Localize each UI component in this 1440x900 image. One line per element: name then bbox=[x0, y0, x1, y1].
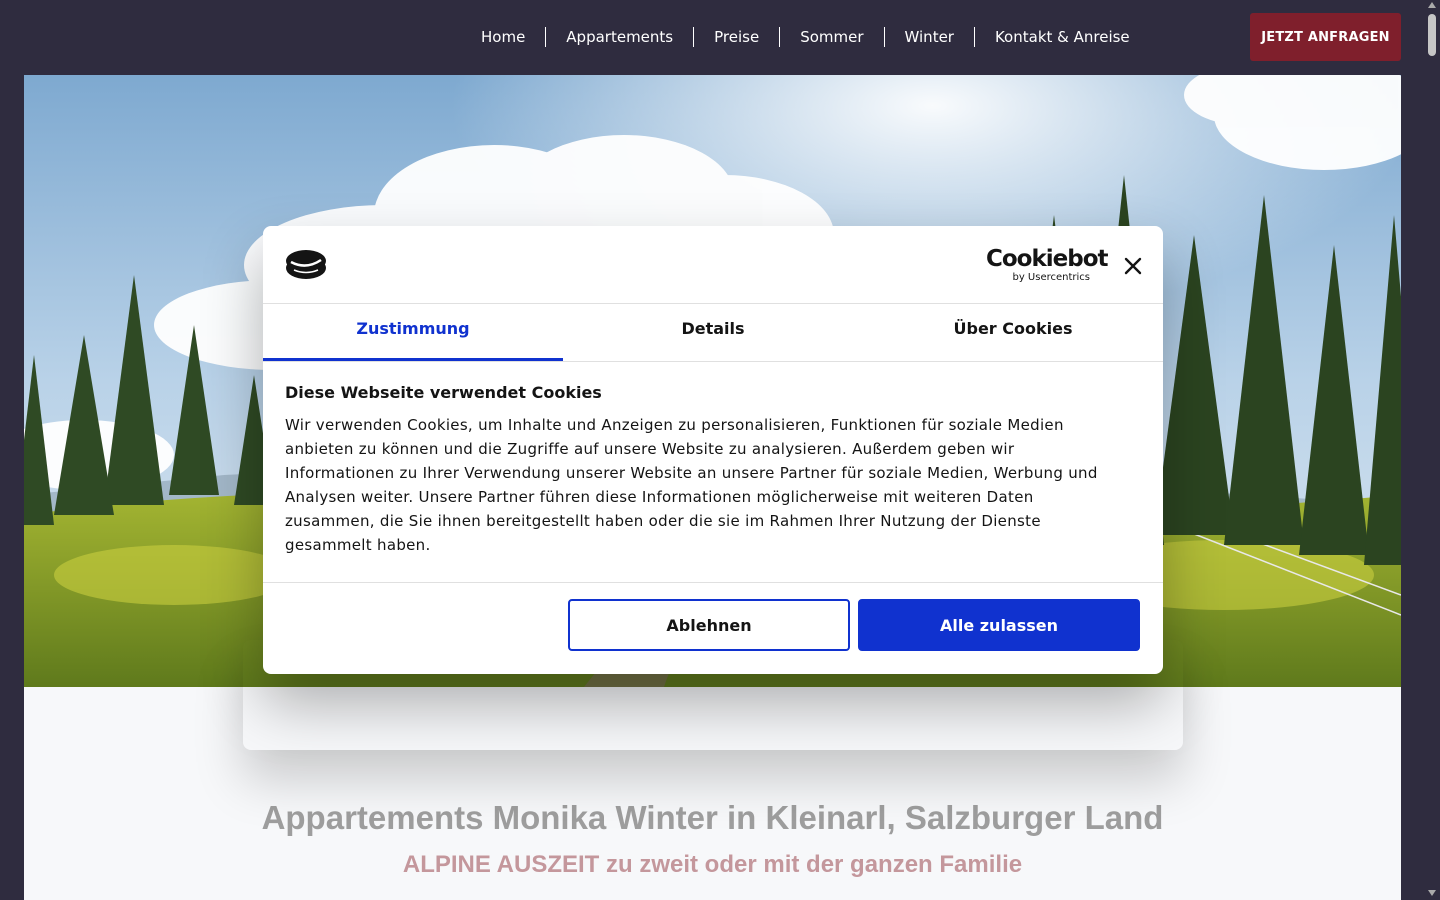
dialog-text: Wir verwenden Cookies, um Inhalte und An… bbox=[285, 416, 1098, 554]
nav-item-winter[interactable]: Winter bbox=[883, 27, 974, 47]
site-header: Home Appartements Preise Sommer Winter K… bbox=[0, 0, 1425, 74]
scrollbar-thumb[interactable] bbox=[1428, 14, 1436, 56]
main-navigation: Home Appartements Preise Sommer Winter K… bbox=[461, 24, 1150, 50]
inquiry-button[interactable]: JETZT ANFRAGEN bbox=[1250, 13, 1401, 61]
dialog-heading: Diese Webseite verwendet Cookies bbox=[285, 383, 602, 402]
nav-item-appartements[interactable]: Appartements bbox=[545, 27, 693, 47]
tab-ueber-cookies[interactable]: Über Cookies bbox=[863, 304, 1163, 361]
cookiebot-brand-name: Cookiebot bbox=[986, 246, 1109, 272]
dialog-header: Cookiebot by Usercentrics bbox=[263, 226, 1163, 304]
cookiebot-brand-sub: by Usercentrics bbox=[1012, 272, 1090, 283]
scroll-down-arrow-icon[interactable] bbox=[1428, 890, 1436, 896]
dialog-footer: Ablehnen Alle zulassen bbox=[263, 582, 1163, 674]
nav-item-home[interactable]: Home bbox=[461, 27, 545, 47]
tab-details[interactable]: Details bbox=[563, 304, 863, 361]
page-subtitle: ALPINE AUSZEIT zu zweit oder mit der gan… bbox=[402, 851, 1023, 878]
accept-all-button[interactable]: Alle zulassen bbox=[858, 599, 1140, 651]
site-logo-icon bbox=[286, 250, 326, 279]
nav-item-sommer[interactable]: Sommer bbox=[779, 27, 883, 47]
scroll-up-arrow-icon[interactable] bbox=[1428, 2, 1436, 8]
page-title: Appartements Monika Winter in Kleinarl, … bbox=[261, 799, 1164, 836]
tab-zustimmung[interactable]: Zustimmung bbox=[263, 304, 563, 361]
dialog-body: Diese Webseite verwendet Cookies Wir ver… bbox=[285, 382, 1125, 557]
close-icon[interactable] bbox=[1121, 254, 1145, 278]
cookiebot-logo[interactable]: Cookiebot by Usercentrics bbox=[986, 246, 1109, 283]
cookie-consent-dialog: Cookiebot by Usercentrics Zustimmung Det… bbox=[263, 226, 1163, 674]
nav-item-kontakt-anreise[interactable]: Kontakt & Anreise bbox=[973, 27, 1150, 47]
decline-button[interactable]: Ablehnen bbox=[568, 599, 850, 651]
dialog-tabs: Zustimmung Details Über Cookies bbox=[263, 304, 1163, 362]
nav-item-preise[interactable]: Preise bbox=[693, 27, 779, 47]
page-scrollbar[interactable] bbox=[1425, 0, 1440, 900]
